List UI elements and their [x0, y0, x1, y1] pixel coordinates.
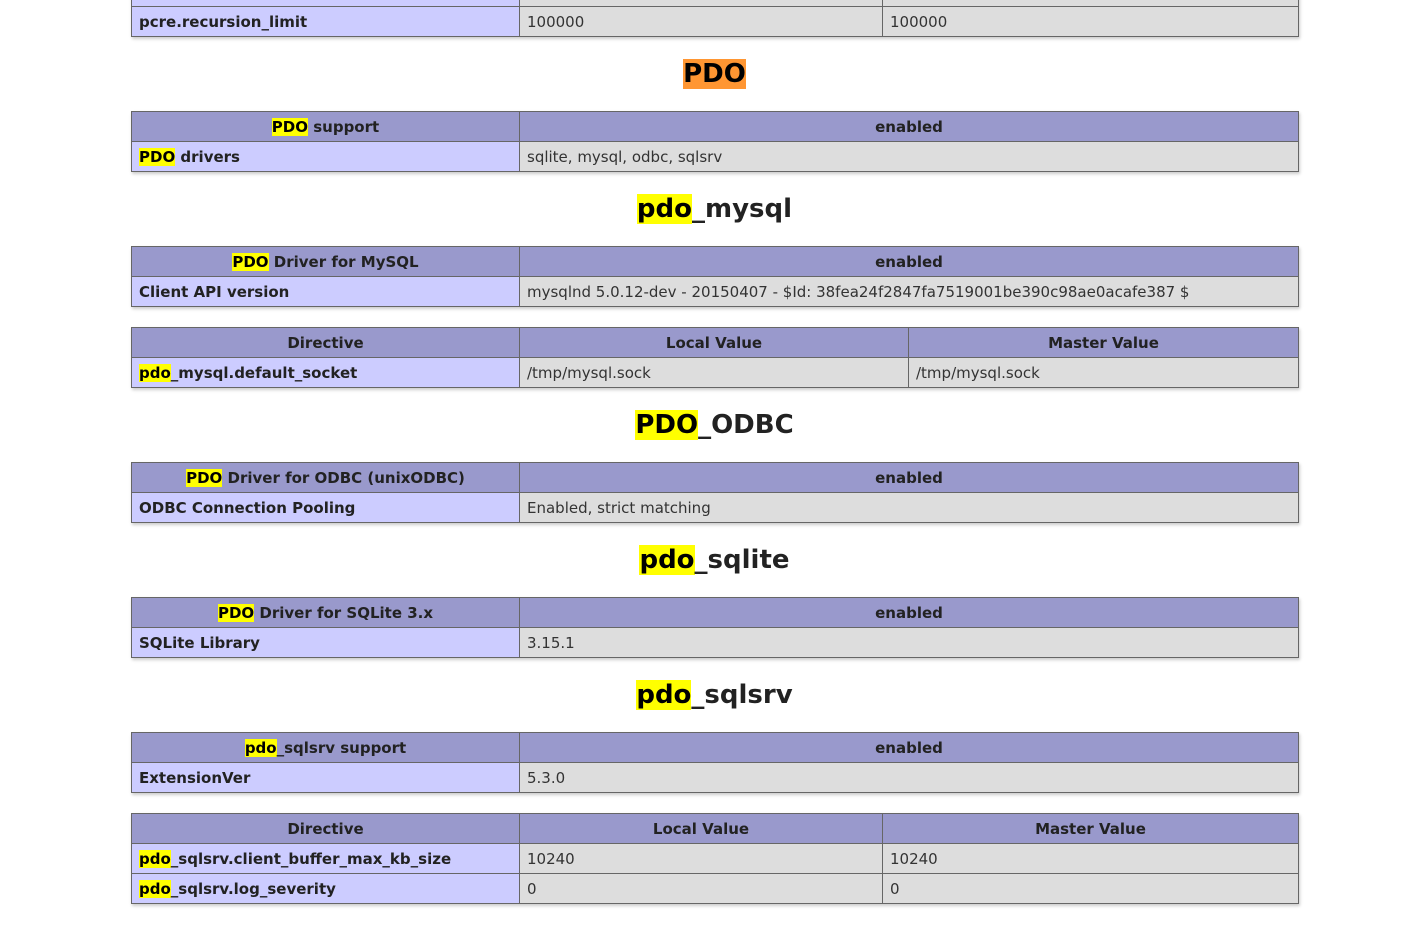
master-value-header: Master Value	[908, 327, 1299, 358]
phpinfo-page: pcre.recursion_limit 100000 100000 PDO P…	[131, 0, 1299, 904]
table-row: pdo_sqlsrv.log_severity 0 0	[131, 873, 1299, 904]
table-header-row: Directive Local Value Master Value	[131, 813, 1299, 844]
master-value: 10240	[882, 843, 1299, 874]
table-row: Client API version mysqlnd 5.0.12-dev - …	[131, 276, 1299, 307]
directive-name: pdo_mysql.default_socket	[131, 357, 520, 388]
table-header-row: pdo_sqlsrv support enabled	[131, 732, 1299, 763]
search-highlight: PDO	[232, 252, 269, 271]
search-highlight: PDO	[271, 117, 308, 136]
client-api-label: Client API version	[131, 276, 520, 307]
local-value: 0	[519, 873, 883, 904]
search-highlight: pdo	[639, 545, 695, 575]
table-row: SQLite Library 3.15.1	[131, 627, 1299, 658]
section-title-pdo[interactable]: PDO	[131, 37, 1298, 111]
pdo-table: PDO support enabled PDO drivers sqlite, …	[131, 111, 1299, 172]
search-highlight: PDO	[635, 410, 699, 440]
table-header-row: PDO Driver for SQLite 3.x enabled	[131, 597, 1299, 628]
section-title-pdo-sqlite[interactable]: pdo_sqlite	[131, 523, 1298, 597]
pdo-drivers-label: PDO drivers	[131, 141, 520, 172]
table-row: pcre.recursion_limit 100000 100000	[131, 6, 1299, 37]
odbc-driver-label: PDO Driver for ODBC (unixODBC)	[131, 462, 520, 493]
table-row: ODBC Connection Pooling Enabled, strict …	[131, 492, 1299, 523]
local-value: /tmp/mysql.sock	[519, 357, 909, 388]
table-row: ExtensionVer 5.3.0	[131, 762, 1299, 793]
local-value: 10240	[519, 843, 883, 874]
directive-name: pdo_sqlsrv.log_severity	[131, 873, 520, 904]
client-api-value: mysqlnd 5.0.12-dev - 20150407 - $Id: 38f…	[519, 276, 1299, 307]
sqlsrv-support-value: enabled	[519, 732, 1299, 763]
search-highlight: pdo	[139, 363, 171, 382]
odbc-pooling-value: Enabled, strict matching	[519, 492, 1299, 523]
table-row: PDO drivers sqlite, mysql, odbc, sqlsrv	[131, 141, 1299, 172]
table-header-row: PDO Driver for ODBC (unixODBC) enabled	[131, 462, 1299, 493]
section-title-pdo-mysql[interactable]: pdo_mysql	[131, 172, 1298, 246]
search-highlight: PDO	[139, 147, 176, 166]
pdo-support-label: PDO support	[131, 111, 520, 142]
table-header-row: PDO Driver for MySQL enabled	[131, 246, 1299, 277]
pdo-support-value: enabled	[519, 111, 1299, 142]
master-value: 100000	[882, 6, 1299, 37]
search-highlight: PDO	[217, 603, 255, 622]
search-highlight: pdo	[139, 849, 171, 868]
search-highlight: pdo	[244, 738, 277, 757]
pdo-odbc-table: PDO Driver for ODBC (unixODBC) enabled O…	[131, 462, 1299, 523]
mysql-driver-value: enabled	[519, 246, 1299, 277]
sqlite-driver-label: PDO Driver for SQLite 3.x	[131, 597, 520, 628]
search-highlight: PDO	[186, 468, 223, 487]
table-header-row: PDO support enabled	[131, 111, 1299, 142]
table-header-row: Directive Local Value Master Value	[131, 327, 1299, 358]
search-highlight: pdo	[636, 194, 693, 224]
table-row: pdo_sqlsrv.client_buffer_max_kb_size 102…	[131, 843, 1299, 874]
section-title-pdo-sqlsrv[interactable]: pdo_sqlsrv	[131, 658, 1298, 732]
sqlsrv-support-label: pdo_sqlsrv support	[131, 732, 520, 763]
directive-header: Directive	[131, 327, 520, 358]
master-value: 0	[882, 873, 1299, 904]
directive-name: pcre.recursion_limit	[131, 6, 520, 37]
pdo-mysql-directives-table: Directive Local Value Master Value pdo_m…	[131, 327, 1299, 388]
pdo-mysql-table: PDO Driver for MySQL enabled Client API …	[131, 246, 1299, 307]
section-title-pdo-odbc[interactable]: PDO_ODBC	[131, 388, 1298, 462]
pdo-sqlsrv-directives-table: Directive Local Value Master Value pdo_s…	[131, 813, 1299, 904]
mysql-driver-label: PDO Driver for MySQL	[131, 246, 520, 277]
odbc-driver-value: enabled	[519, 462, 1299, 493]
pdo-drivers-value: sqlite, mysql, odbc, sqlsrv	[519, 141, 1299, 172]
local-value-header: Local Value	[519, 327, 909, 358]
master-value: /tmp/mysql.sock	[908, 357, 1299, 388]
local-value-header: Local Value	[519, 813, 883, 844]
table-row: pdo_mysql.default_socket /tmp/mysql.sock…	[131, 357, 1299, 388]
sqlite-driver-value: enabled	[519, 597, 1299, 628]
master-value-header: Master Value	[882, 813, 1299, 844]
pdo-sqlsrv-table: pdo_sqlsrv support enabled ExtensionVer …	[131, 732, 1299, 793]
search-highlight: pdo	[139, 879, 171, 898]
sqlite-library-value: 3.15.1	[519, 627, 1299, 658]
directive-name: pdo_sqlsrv.client_buffer_max_kb_size	[131, 843, 520, 874]
pcre-directives-table: pcre.recursion_limit 100000 100000	[131, 0, 1299, 37]
directive-header: Directive	[131, 813, 520, 844]
pdo-sqlite-table: PDO Driver for SQLite 3.x enabled SQLite…	[131, 597, 1299, 658]
search-highlight-current: PDO	[683, 59, 746, 89]
extension-ver-label: ExtensionVer	[131, 762, 520, 793]
odbc-pooling-label: ODBC Connection Pooling	[131, 492, 520, 523]
extension-ver-value: 5.3.0	[519, 762, 1299, 793]
sqlite-library-label: SQLite Library	[131, 627, 520, 658]
local-value: 100000	[519, 6, 883, 37]
search-highlight: pdo	[636, 680, 692, 710]
